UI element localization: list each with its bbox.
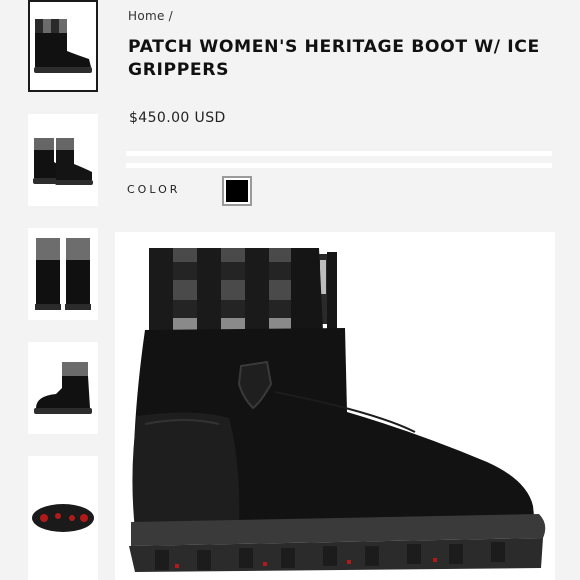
thumbnail-sole-view[interactable] xyxy=(28,456,98,580)
color-label: COLOR xyxy=(127,183,181,196)
color-swatch-fill xyxy=(226,180,248,202)
plaid-collar xyxy=(149,248,291,330)
boot-thumbnail-image xyxy=(32,504,94,532)
boot-thumbnail-image xyxy=(33,138,93,185)
thumbnail-back-view[interactable] xyxy=(28,228,98,320)
thumbnail-side-view-2[interactable] xyxy=(28,342,98,434)
thumbnail-gallery xyxy=(0,0,112,580)
product-price: $450.00 USD xyxy=(129,110,226,126)
thumbnail-side-view[interactable] xyxy=(28,0,98,92)
main-product-image xyxy=(115,232,555,580)
divider xyxy=(126,163,552,168)
divider xyxy=(126,151,552,156)
color-swatch-black[interactable] xyxy=(222,176,252,206)
boot-main-image xyxy=(129,248,546,572)
breadcrumb: Home / xyxy=(128,9,173,23)
boot-thumbnail-image xyxy=(34,19,92,73)
thumbnail-pair-side-view[interactable] xyxy=(28,114,98,206)
boot-thumbnail-image xyxy=(34,362,92,414)
breadcrumb-home-link[interactable]: Home xyxy=(128,9,165,23)
boot-thumbnail-image xyxy=(35,238,91,310)
product-title: PATCH WOMEN'S HERITAGE BOOT W/ ICE GRIPP… xyxy=(128,37,540,80)
breadcrumb-separator: / xyxy=(168,9,173,23)
